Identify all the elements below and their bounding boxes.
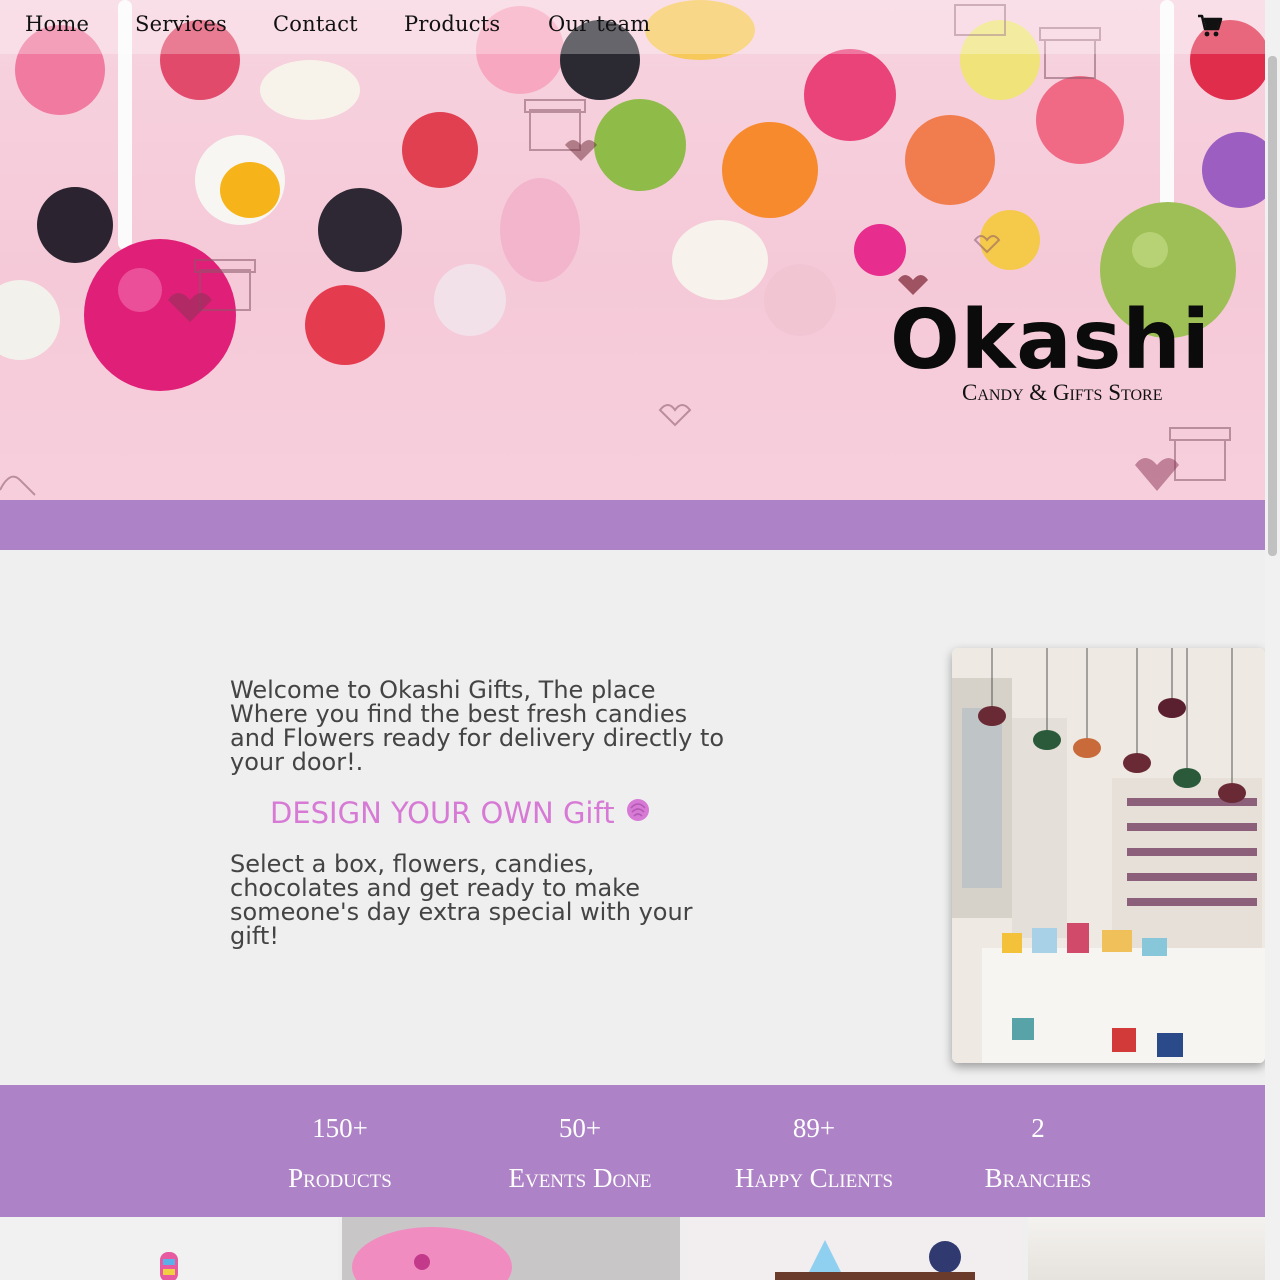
stat-happy-clients: 89+ Happy Clients bbox=[714, 1103, 914, 1203]
stat-value: 150+ bbox=[312, 1113, 368, 1143]
brand-tagline: Candy & Gifts Store bbox=[962, 380, 1163, 405]
gallery-image[interactable] bbox=[1028, 1217, 1265, 1280]
design-cta-label: DESIGN YOUR OWN Gift bbox=[270, 796, 615, 830]
brand-logo: Okashi Candy & Gifts Store bbox=[890, 293, 1211, 406]
stat-value: 89+ bbox=[792, 1113, 836, 1143]
stat-value: 2 bbox=[1031, 1113, 1045, 1143]
gallery-image[interactable] bbox=[0, 1217, 338, 1280]
stat-label: Events Done bbox=[508, 1163, 652, 1193]
nav-home-link[interactable]: Home bbox=[25, 12, 89, 36]
nav-contact-link[interactable]: Contact bbox=[273, 12, 358, 36]
stats-band: 150+ Products 50+ Events Done 89+ Happy … bbox=[0, 1085, 1265, 1217]
scrollbar-thumb[interactable] bbox=[1268, 56, 1277, 556]
gallery-image[interactable] bbox=[685, 1217, 1023, 1280]
stat-branches: 2 Branches bbox=[938, 1103, 1138, 1203]
main-navigation: Home Services Contact Products Our team bbox=[0, 0, 1265, 54]
stat-label: Products bbox=[288, 1163, 392, 1193]
shopping-cart-icon[interactable] bbox=[1197, 13, 1223, 39]
hero-banner: Home Services Contact Products Our team … bbox=[0, 0, 1265, 500]
product-gallery bbox=[0, 1217, 1265, 1280]
welcome-section: Welcome to Okashi Gifts, The place Where… bbox=[230, 678, 730, 948]
design-your-own-gift-link[interactable]: DESIGN YOUR OWN Gift bbox=[270, 796, 730, 830]
page-scrollbar[interactable] bbox=[1265, 0, 1280, 1280]
gallery-image[interactable] bbox=[342, 1217, 680, 1280]
welcome-description-text: Select a box, flowers, candies, chocolat… bbox=[230, 850, 693, 950]
stat-value: 50+ bbox=[558, 1113, 602, 1143]
hero-candy-background bbox=[0, 0, 1265, 496]
stat-products: 150+ Products bbox=[240, 1103, 440, 1203]
welcome-intro-text: Welcome to Okashi Gifts, The place Where… bbox=[230, 676, 725, 776]
accent-band bbox=[0, 500, 1265, 550]
stat-label: Branches bbox=[984, 1163, 1092, 1193]
nav-services-link[interactable]: Services bbox=[135, 12, 227, 36]
brand-name: Okashi bbox=[890, 293, 1211, 388]
stat-events-done: 50+ Events Done bbox=[480, 1103, 680, 1203]
nav-our-team-link[interactable]: Our team bbox=[548, 12, 650, 36]
store-interior-photo bbox=[952, 648, 1265, 1063]
stat-label: Happy Clients bbox=[734, 1163, 894, 1193]
rose-icon bbox=[625, 796, 651, 830]
nav-products-link[interactable]: Products bbox=[404, 12, 500, 36]
